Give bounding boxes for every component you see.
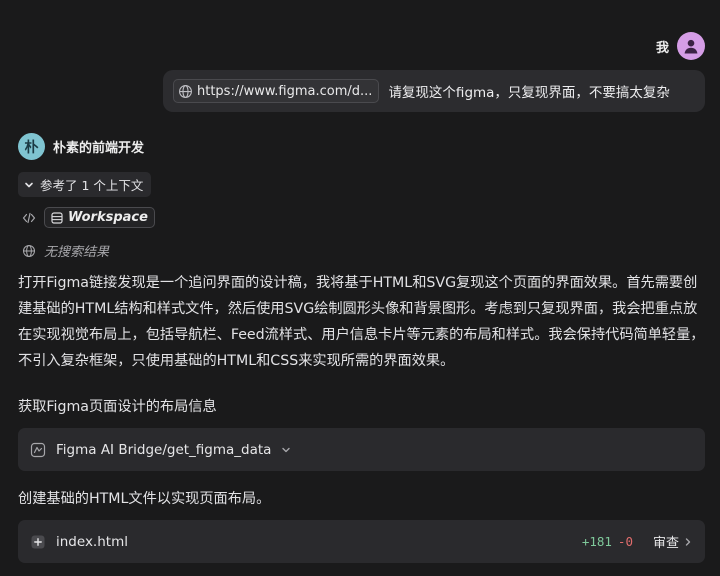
chevron-down-icon bbox=[25, 182, 33, 187]
file-change-stats: +181 -0 审查 bbox=[582, 532, 693, 551]
link-chip[interactable]: https://www.figma.com/d... bbox=[173, 79, 380, 103]
user-name: 我 bbox=[655, 40, 669, 56]
context-toggle[interactable]: 参考了 1 个上下文 bbox=[18, 172, 152, 197]
user-message-text: 请复现这个figma，只复现界面，不要搞太复杂 bbox=[388, 85, 670, 101]
user-message-bubble: https://www.figma.com/d... 请复现这个figma，只复… bbox=[163, 70, 705, 112]
user-avatar[interactable] bbox=[677, 32, 705, 60]
review-label: 审查 bbox=[652, 536, 679, 551]
database-icon bbox=[51, 211, 63, 224]
assistant-avatar: 朴 bbox=[18, 133, 45, 160]
figma-bridge-icon bbox=[30, 442, 46, 457]
plus-square-icon bbox=[31, 535, 45, 548]
chevron-down-icon bbox=[282, 447, 291, 452]
file-name: index.html bbox=[56, 533, 128, 550]
assistant-header: 朴 朴素的前端开发 bbox=[18, 133, 144, 160]
figma-tool-card[interactable]: Figma AI Bridge/get_figma_data bbox=[18, 428, 705, 471]
person-icon bbox=[684, 39, 698, 54]
workspace-chip[interactable]: Workspace bbox=[44, 207, 155, 228]
globe-icon bbox=[22, 244, 36, 257]
step-html-label: 创建基础的HTML文件以实现页面布局。 bbox=[18, 491, 271, 507]
context-label: 参考了 1 个上下文 bbox=[40, 178, 144, 193]
assistant-name: 朴素的前端开发 bbox=[53, 141, 145, 156]
step-figma-label: 获取Figma页面设计的布局信息 bbox=[18, 399, 217, 415]
assistant-paragraph: 打开Figma链接发现是一个追问界面的设计稿，我将基于HTML和SVG复现这个页… bbox=[18, 275, 705, 369]
code-icon bbox=[22, 212, 36, 223]
workspace-label: Workspace bbox=[68, 210, 148, 225]
file-change-card[interactable]: index.html +181 -0 审查 bbox=[18, 520, 705, 563]
user-header: 我 bbox=[656, 32, 705, 60]
link-text: https://www.figma.com/d... bbox=[197, 83, 373, 99]
search-result-label: 无搜索结果 bbox=[44, 245, 110, 260]
additions-count: +181 bbox=[581, 534, 612, 549]
review-button[interactable]: 审查 bbox=[653, 532, 693, 551]
figma-tool-label: Figma AI Bridge/get_figma_data bbox=[56, 441, 272, 458]
deletions-count: -0 bbox=[617, 534, 633, 549]
globe-icon bbox=[179, 84, 192, 98]
search-line: 无搜索结果 bbox=[22, 241, 109, 260]
chevron-right-icon bbox=[685, 537, 691, 546]
workspace-line: Workspace bbox=[22, 207, 155, 228]
